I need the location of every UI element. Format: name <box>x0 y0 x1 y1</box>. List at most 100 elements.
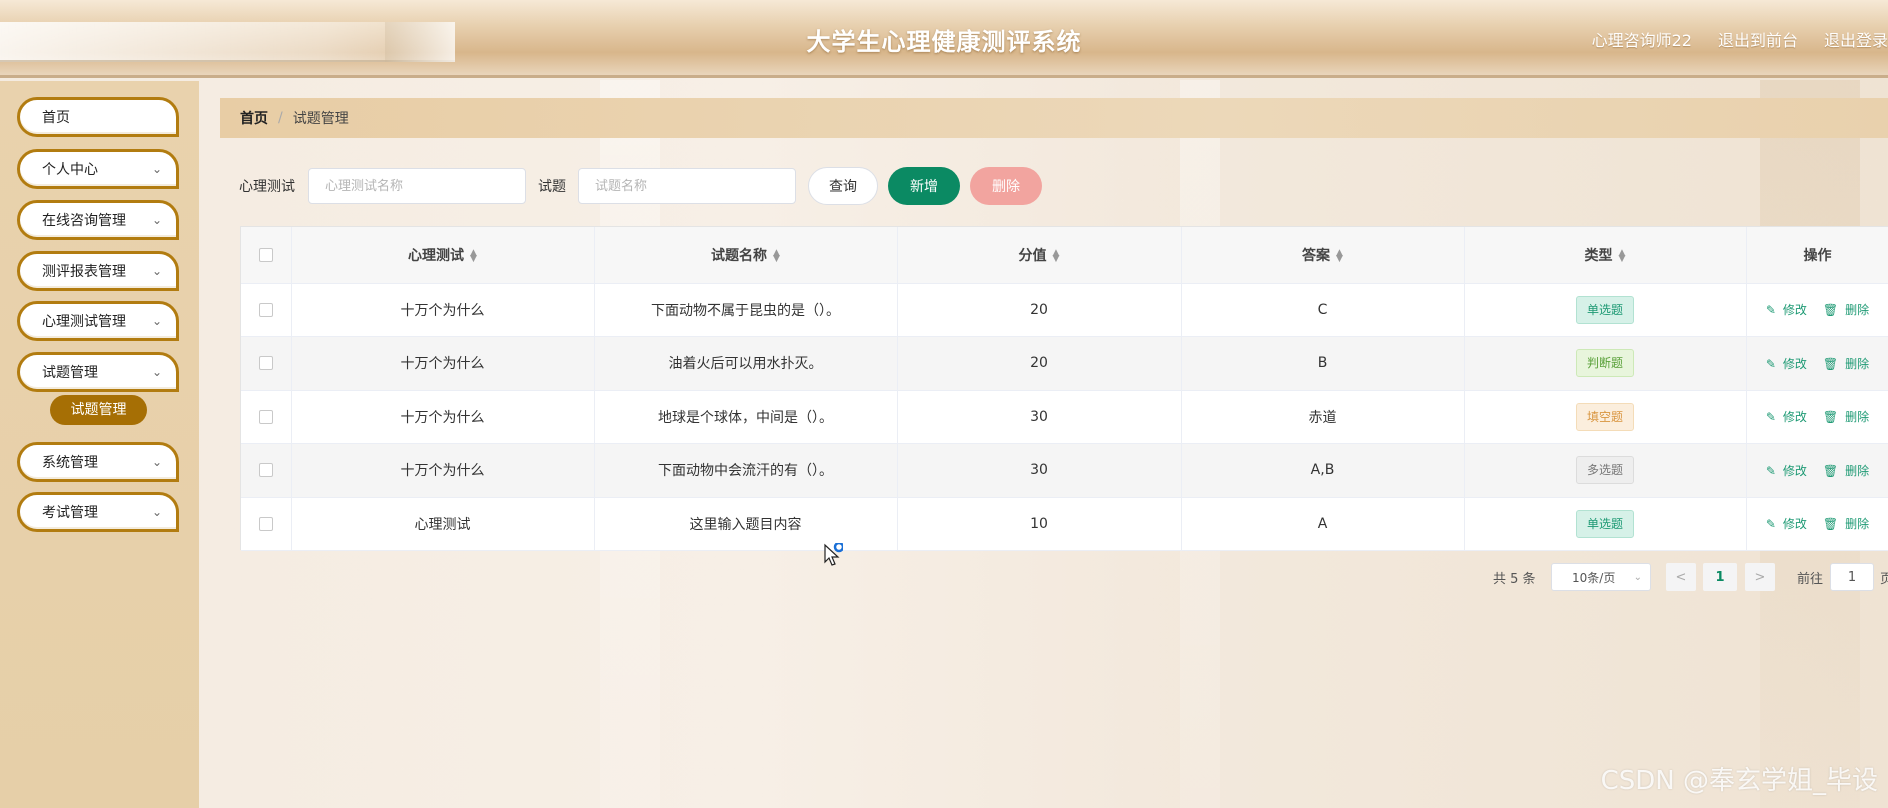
mouse-cursor-icon <box>824 543 843 566</box>
row-checkbox[interactable] <box>258 516 273 531</box>
column-header-actions: 操作 <box>1746 227 1888 284</box>
sidebar-item-personal-center[interactable]: 个人中心 ⌄ <box>17 149 179 189</box>
sidebar-subitem-question-manage[interactable]: 试题管理 <box>50 395 147 425</box>
goto-label: 前往 <box>1797 571 1824 587</box>
cell-test: 十万个为什么 <box>291 336 595 391</box>
select-all-checkbox[interactable] <box>258 247 273 262</box>
type-tag: 单选题 <box>1575 295 1634 324</box>
row-delete-button[interactable]: 🗑 删除 <box>1819 357 1873 371</box>
sort-icon[interactable]: ▲ ▼ <box>773 248 780 263</box>
cell-question: 油着火后可以用水扑灭。 <box>594 336 898 391</box>
column-header-question[interactable]: 试题名称 ▲ ▼ <box>594 227 898 284</box>
table-row: 十万个为什么 油着火后可以用水扑灭。 20 B 判断题 ✎ 修改 🗑 删除 <box>241 336 1888 391</box>
sidebar-item-system[interactable]: 系统管理 ⌄ <box>17 442 179 482</box>
row-delete-button[interactable]: 🗑 删除 <box>1819 303 1873 317</box>
question-table: 心理测试 ▲ ▼ 试题名称 ▲ ▼ 分值 ▲ ▼ 答案 ▲ ▼ 类型 ▲ ▼ 操作 十万个为什么 下… <box>240 226 1888 551</box>
sidebar-item-report[interactable]: 测评报表管理 ⌄ <box>17 251 179 291</box>
cell-answer: 赤道 <box>1181 390 1465 444</box>
row-checkbox[interactable] <box>258 409 273 424</box>
column-header-label: 答案 <box>1302 247 1331 264</box>
sort-icon[interactable]: ▲ ▼ <box>1619 248 1626 263</box>
sidebar-item-label: 测评报表管理 <box>42 264 126 280</box>
next-page-button[interactable]: > <box>1745 563 1775 591</box>
query-button[interactable]: 查询 <box>808 167 878 205</box>
sidebar-item-label: 心理测试管理 <box>42 314 126 330</box>
back-to-front-link[interactable]: 退出到前台 <box>1718 27 1798 51</box>
row-checkbox[interactable] <box>258 463 273 478</box>
table-row: 十万个为什么 下面动物中会流汗的有（）。 30 A,B 多选题 ✎ 修改 🗑 删除 <box>241 443 1888 498</box>
chevron-up-icon: ⌄ <box>151 365 162 379</box>
sidebar-item-consult[interactable]: 在线咨询管理 ⌄ <box>17 200 179 240</box>
edit-icon: ✎ <box>1765 356 1776 371</box>
sidebar-item-psych-test[interactable]: 心理测试管理 ⌄ <box>17 301 179 341</box>
sort-icon[interactable]: ▲ ▼ <box>1053 248 1060 263</box>
cell-score: 30 <box>897 443 1182 498</box>
column-header-answer[interactable]: 答案 ▲ ▼ <box>1181 227 1465 284</box>
delete-label: 删除 <box>1845 303 1870 318</box>
row-delete-button[interactable]: 🗑 删除 <box>1819 517 1873 531</box>
add-button[interactable]: 新增 <box>888 167 960 205</box>
current-page-button[interactable]: 1 <box>1703 563 1737 591</box>
column-header-score[interactable]: 分值 ▲ ▼ <box>897 227 1182 284</box>
sort-icon[interactable]: ▲ ▼ <box>1336 248 1343 263</box>
edit-button[interactable]: ✎ 修改 <box>1762 303 1811 317</box>
row-checkbox[interactable] <box>258 356 273 371</box>
sidebar-item-home[interactable]: 首页 <box>17 97 179 137</box>
sidebar-item-label: 试题管理 <box>42 365 98 381</box>
chevron-down-icon: ⌄ <box>151 264 162 278</box>
edit-button[interactable]: ✎ 修改 <box>1762 410 1811 424</box>
prev-page-button[interactable]: < <box>1666 563 1696 591</box>
header-actions: 心理咨询师22 退出到前台 退出登录 <box>1592 27 1888 51</box>
edit-label: 修改 <box>1782 517 1807 532</box>
sidebar-item-label: 考试管理 <box>42 505 98 521</box>
sidebar-item-label: 系统管理 <box>42 455 98 471</box>
goto-page-input[interactable]: 1 <box>1830 563 1874 591</box>
delete-label: 删除 <box>1845 356 1870 371</box>
chevron-down-icon: ⌄ <box>151 505 162 519</box>
cell-question: 下面动物中会流汗的有（）。 <box>594 443 898 498</box>
row-checkbox[interactable] <box>258 302 273 317</box>
question-filter-label: 试题 <box>538 179 566 195</box>
chevron-down-icon: ⌄ <box>151 455 162 469</box>
column-header-label: 分值 <box>1018 247 1047 264</box>
column-header-type[interactable]: 类型 ▲ ▼ <box>1464 227 1747 284</box>
edit-label: 修改 <box>1782 463 1807 478</box>
question-name-input[interactable] <box>578 168 796 204</box>
breadcrumb-current: 试题管理 <box>292 111 349 127</box>
sidebar: 首页 个人中心 ⌄ 在线咨询管理 ⌄ 测评报表管理 ⌄ 心理测试管理 ⌄ 试题管… <box>0 81 199 808</box>
test-filter-label: 心理测试 <box>239 179 295 195</box>
cell-question: 这里输入题目内容 <box>594 497 898 551</box>
delete-button[interactable]: 删除 <box>970 167 1042 205</box>
sidebar-item-label: 个人中心 <box>42 162 98 178</box>
trash-icon: 🗑 <box>1822 410 1839 425</box>
breadcrumb-home[interactable]: 首页 <box>240 108 268 128</box>
edit-icon: ✎ <box>1765 463 1776 478</box>
column-header-test[interactable]: 心理测试 ▲ ▼ <box>291 227 595 284</box>
cell-test: 十万个为什么 <box>291 443 595 498</box>
select-all-cell <box>241 227 292 284</box>
edit-button[interactable]: ✎ 修改 <box>1762 357 1811 371</box>
row-delete-button[interactable]: 🗑 删除 <box>1819 410 1873 424</box>
trash-icon: 🗑 <box>1822 303 1839 318</box>
edit-label: 修改 <box>1782 356 1807 371</box>
trash-icon: 🗑 <box>1822 517 1839 532</box>
type-tag: 填空题 <box>1575 402 1634 431</box>
sidebar-item-exam[interactable]: 考试管理 ⌄ <box>17 492 179 532</box>
edit-icon: ✎ <box>1765 410 1776 425</box>
breadcrumb-separator: / <box>278 110 283 126</box>
chevron-down-icon: ⌄ <box>151 213 162 227</box>
edit-button[interactable]: ✎ 修改 <box>1762 464 1811 478</box>
sort-icon[interactable]: ▲ ▼ <box>470 248 477 263</box>
edit-label: 修改 <box>1782 303 1807 318</box>
cell-score: 20 <box>897 336 1182 391</box>
page-size-select[interactable]: 10条/页 ⌄ <box>1551 563 1651 591</box>
chevron-down-icon: ⌄ <box>151 162 162 176</box>
logout-link[interactable]: 退出登录 <box>1824 27 1888 51</box>
chevron-down-icon: ⌄ <box>1633 571 1642 583</box>
row-delete-button[interactable]: 🗑 删除 <box>1819 464 1873 478</box>
sidebar-item-question[interactable]: 试题管理 ⌄ <box>17 352 179 392</box>
edit-button[interactable]: ✎ 修改 <box>1762 517 1811 531</box>
watermark: CSDN @奉玄学姐_毕设 <box>1600 766 1878 796</box>
chevron-down-icon: ⌄ <box>151 314 162 328</box>
test-name-input[interactable] <box>308 168 526 204</box>
